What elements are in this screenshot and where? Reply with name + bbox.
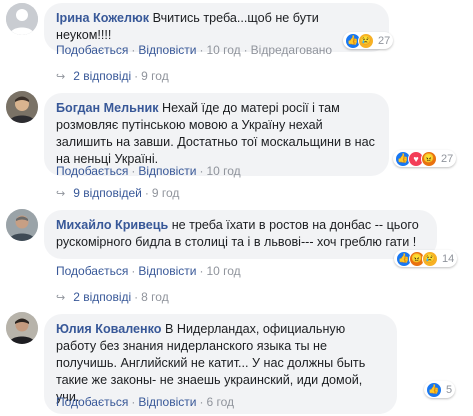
view-replies-link[interactable]: ↪ 9 відповідей · 9 год (56, 186, 179, 200)
like-button[interactable]: Подобається (56, 264, 128, 278)
angry-reaction-icon: 😠 (421, 150, 437, 167)
reply-button[interactable]: Відповісти (138, 264, 196, 278)
reactions-summary[interactable]: 👍 5 (424, 381, 456, 398)
replies-time: 9 год (151, 186, 180, 200)
reactions-summary[interactable]: 👍 😢 27 (343, 32, 394, 49)
profile-photo-icon (6, 312, 38, 344)
timestamp[interactable]: 6 год (206, 395, 234, 409)
timestamp[interactable]: 10 год (206, 264, 240, 278)
replies-count[interactable]: 9 відповідей (73, 186, 142, 200)
reactions-summary[interactable]: 👍 ♥ 😠 27 (393, 150, 457, 167)
like-button[interactable]: Подобається (56, 395, 128, 409)
reply-arrow-icon: ↪ (56, 187, 66, 200)
reaction-count: 27 (378, 34, 391, 47)
comment-actions: Подобається · Відповісти · 10 год · Відредагов… (56, 43, 333, 57)
reply-button[interactable]: Відповісти (138, 164, 196, 178)
reactions-summary[interactable]: 👍 😠 😢 14 (394, 250, 458, 267)
comment-actions: Подобається · Відповісти · 10 год (56, 264, 241, 278)
timestamp[interactable]: 10 год (206, 164, 240, 178)
avatar-default[interactable] (6, 3, 38, 35)
reaction-count: 14 (442, 252, 455, 265)
reaction-count: 27 (441, 152, 454, 165)
like-button[interactable]: Подобається (56, 43, 128, 57)
avatar-photo[interactable] (6, 312, 38, 344)
view-replies-link[interactable]: ↪ 2 відповіді · 8 год (56, 290, 169, 304)
reply-arrow-icon: ↪ (56, 70, 66, 83)
like-button[interactable]: Подобається (56, 164, 128, 178)
edited-label[interactable]: Відредаговано (251, 43, 332, 57)
user-silhouette-icon (6, 3, 38, 35)
sad-reaction-icon: 😢 (358, 32, 374, 49)
sad-reaction-icon: 😢 (422, 250, 438, 267)
replies-time: 8 год (141, 290, 169, 304)
reaction-count: 5 (446, 383, 453, 396)
reply-arrow-icon: ↪ (56, 291, 66, 304)
avatar-photo[interactable] (6, 209, 38, 241)
reply-button[interactable]: Відповісти (138, 395, 196, 409)
comment-bubble: Михайло Кривець не треба їхати в ростов … (44, 210, 437, 259)
author-name[interactable]: Михайло Кривець (56, 218, 168, 232)
profile-photo-icon (6, 91, 38, 123)
like-reaction-icon: 👍 (426, 381, 442, 398)
profile-photo-icon (6, 209, 38, 241)
avatar-photo[interactable] (6, 91, 38, 123)
replies-count[interactable]: 2 відповіді (73, 290, 131, 304)
replies-count[interactable]: 2 відповіді (73, 69, 131, 83)
comment-actions: Подобається · Відповісти · 6 год (56, 395, 234, 409)
author-name[interactable]: Ірина Кожелюк (56, 11, 149, 25)
comment-actions: Подобається · Відповісти · 10 год (56, 164, 241, 178)
reply-button[interactable]: Відповісти (138, 43, 196, 57)
author-name[interactable]: Юлия Коваленко (56, 322, 162, 336)
author-name[interactable]: Богдан Мельник (56, 101, 159, 115)
timestamp[interactable]: 10 год (206, 43, 240, 57)
replies-time: 9 год (141, 69, 169, 83)
view-replies-link[interactable]: ↪ 2 відповіді · 9 год (56, 69, 169, 83)
